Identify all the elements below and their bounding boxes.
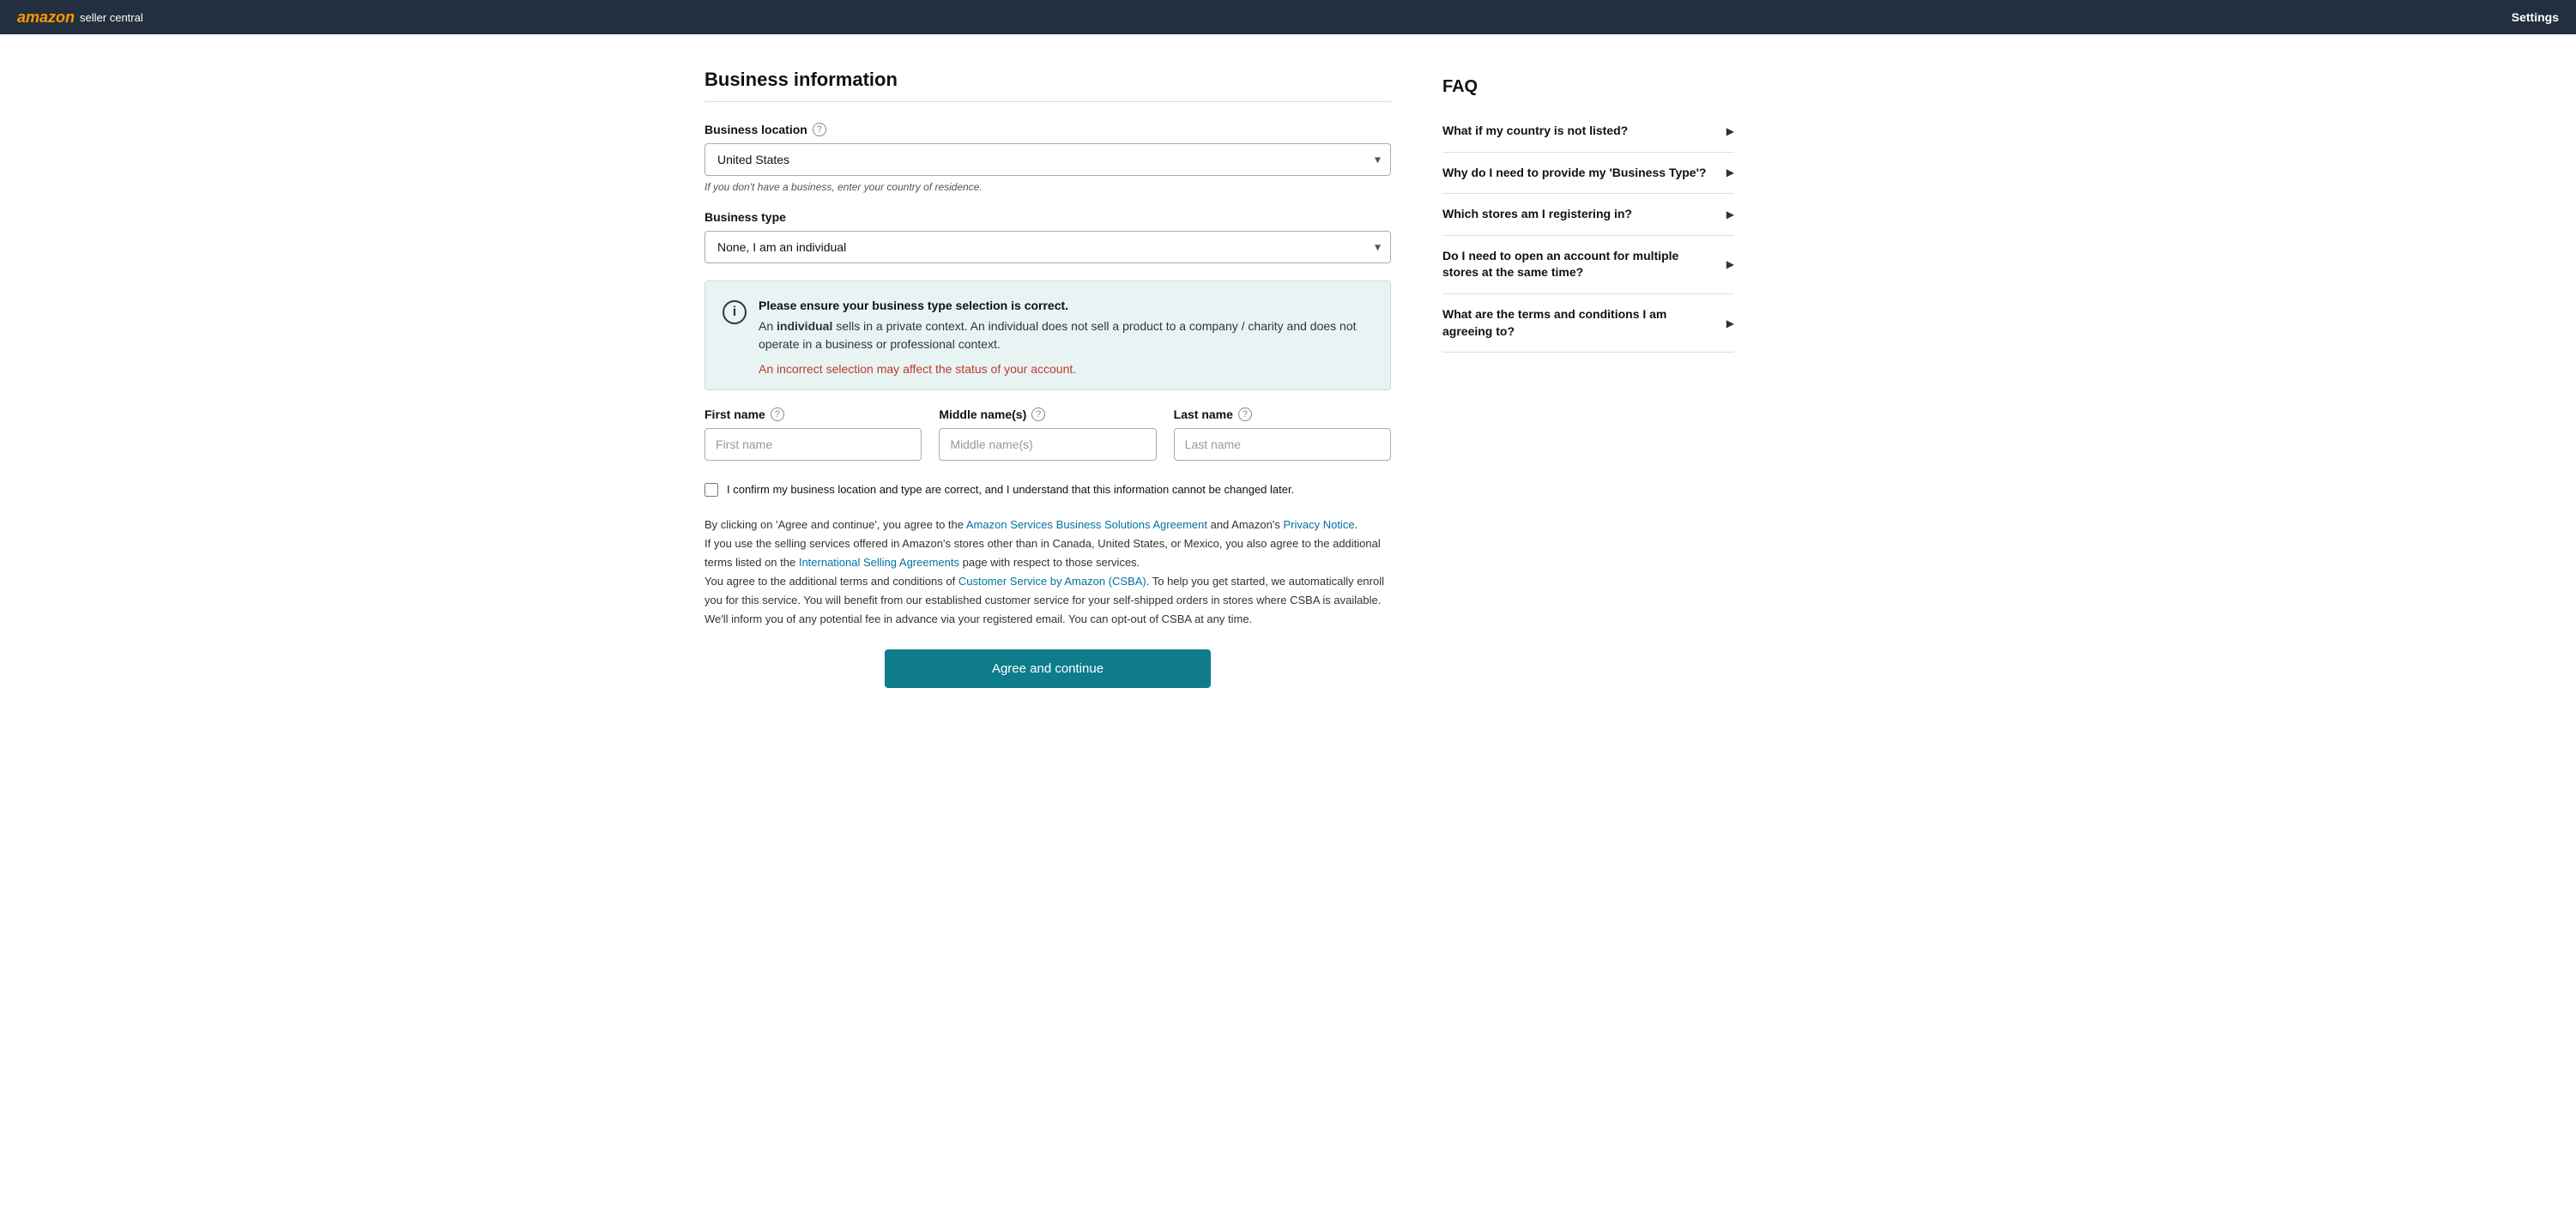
business-location-label: Business location ?: [704, 123, 1391, 136]
legal-text-block: By clicking on 'Agree and continue', you…: [704, 516, 1391, 630]
middle-name-help-icon[interactable]: ?: [1031, 407, 1045, 421]
faq-item-2[interactable]: Which stores am I registering in? ▶: [1442, 194, 1734, 236]
first-name-input[interactable]: [704, 428, 922, 461]
business-type-section: Business type None, I am an individual S…: [704, 210, 1391, 263]
business-type-select[interactable]: None, I am an individual Sole proprietor…: [704, 231, 1391, 263]
faq-question-2: Which stores am I registering in?: [1442, 206, 1726, 223]
legal-line1-mid: and Amazon's: [1207, 518, 1283, 531]
business-location-hint: If you don't have a business, enter your…: [704, 181, 1391, 193]
faq-arrow-4: ▶: [1726, 317, 1734, 329]
legal-line3-start: You agree to the additional terms and co…: [704, 575, 958, 588]
business-type-label: Business type: [704, 210, 1391, 224]
faq-question-3: Do I need to open an account for multipl…: [1442, 248, 1726, 281]
last-name-field: Last name ?: [1174, 407, 1391, 461]
privacy-notice-link[interactable]: Privacy Notice: [1283, 518, 1354, 531]
info-body-end: sells in a private context. An individua…: [759, 319, 1357, 351]
main-content: Business information Business location ?…: [704, 69, 1391, 688]
business-type-select-wrapper: None, I am an individual Sole proprietor…: [704, 231, 1391, 263]
last-name-label: Last name ?: [1174, 407, 1391, 421]
business-location-help-icon[interactable]: ?: [813, 123, 826, 136]
name-fields-row: First name ? Middle name(s) ? Last name …: [704, 407, 1391, 461]
agree-continue-button[interactable]: Agree and continue: [885, 649, 1211, 688]
last-name-help-icon[interactable]: ?: [1238, 407, 1252, 421]
info-warning-text: An incorrect selection may affect the st…: [759, 362, 1373, 376]
legal-line1-start: By clicking on 'Agree and continue', you…: [704, 518, 966, 531]
middle-name-input[interactable]: [939, 428, 1156, 461]
business-location-select[interactable]: United States Canada United Kingdom Germ…: [704, 143, 1391, 176]
info-body-bold: individual: [777, 319, 832, 333]
business-location-section: Business location ? United States Canada…: [704, 123, 1391, 193]
business-location-select-wrapper: United States Canada United Kingdom Germ…: [704, 143, 1391, 176]
faq-arrow-0: ▶: [1726, 125, 1734, 137]
info-title: Please ensure your business type selecti…: [759, 299, 1373, 312]
middle-name-field: Middle name(s) ?: [939, 407, 1156, 461]
legal-line2-end: page with respect to those services.: [959, 556, 1140, 569]
middle-name-label: Middle name(s) ?: [939, 407, 1156, 421]
faq-question-1: Why do I need to provide my 'Business Ty…: [1442, 165, 1726, 182]
first-name-field: First name ?: [704, 407, 922, 461]
amazon-logo: amazon: [17, 9, 75, 27]
info-body-start: An: [759, 319, 777, 333]
info-body: An individual sells in a private context…: [759, 317, 1373, 353]
first-name-label: First name ?: [704, 407, 922, 421]
faq-question-4: What are the terms and conditions I am a…: [1442, 306, 1726, 340]
settings-link[interactable]: Settings: [2512, 10, 2559, 24]
faq-title: FAQ: [1442, 77, 1734, 97]
amazon-bsa-link[interactable]: Amazon Services Business Solutions Agree…: [966, 518, 1207, 531]
confirm-checkbox-row: I confirm my business location and type …: [704, 481, 1391, 498]
csba-link[interactable]: Customer Service by Amazon (CSBA): [958, 575, 1146, 588]
header: amazon seller central Settings: [0, 0, 2576, 34]
seller-central-text: seller central: [80, 11, 143, 24]
page-title: Business information: [704, 69, 1391, 102]
legal-line1-end: .: [1355, 518, 1358, 531]
first-name-help-icon[interactable]: ?: [771, 407, 784, 421]
logo-container: amazon seller central: [17, 9, 143, 27]
confirm-checkbox[interactable]: [704, 483, 718, 497]
info-icon: i: [723, 300, 747, 324]
business-type-info-box: i Please ensure your business type selec…: [704, 281, 1391, 390]
intl-selling-link[interactable]: International Selling Agreements: [799, 556, 959, 569]
faq-arrow-3: ▶: [1726, 258, 1734, 270]
faq-item-3[interactable]: Do I need to open an account for multipl…: [1442, 236, 1734, 294]
faq-question-0: What if my country is not listed?: [1442, 123, 1726, 140]
faq-item-4[interactable]: What are the terms and conditions I am a…: [1442, 294, 1734, 353]
info-content: Please ensure your business type selecti…: [759, 299, 1373, 376]
last-name-input[interactable]: [1174, 428, 1391, 461]
faq-item-1[interactable]: Why do I need to provide my 'Business Ty…: [1442, 153, 1734, 195]
faq-arrow-2: ▶: [1726, 208, 1734, 220]
confirm-checkbox-label[interactable]: I confirm my business location and type …: [727, 481, 1294, 498]
faq-arrow-1: ▶: [1726, 166, 1734, 178]
faq-sidebar: FAQ What if my country is not listed? ▶ …: [1442, 69, 1734, 688]
page-container: Business information Business location ?…: [687, 34, 1889, 722]
faq-item-0[interactable]: What if my country is not listed? ▶: [1442, 111, 1734, 153]
